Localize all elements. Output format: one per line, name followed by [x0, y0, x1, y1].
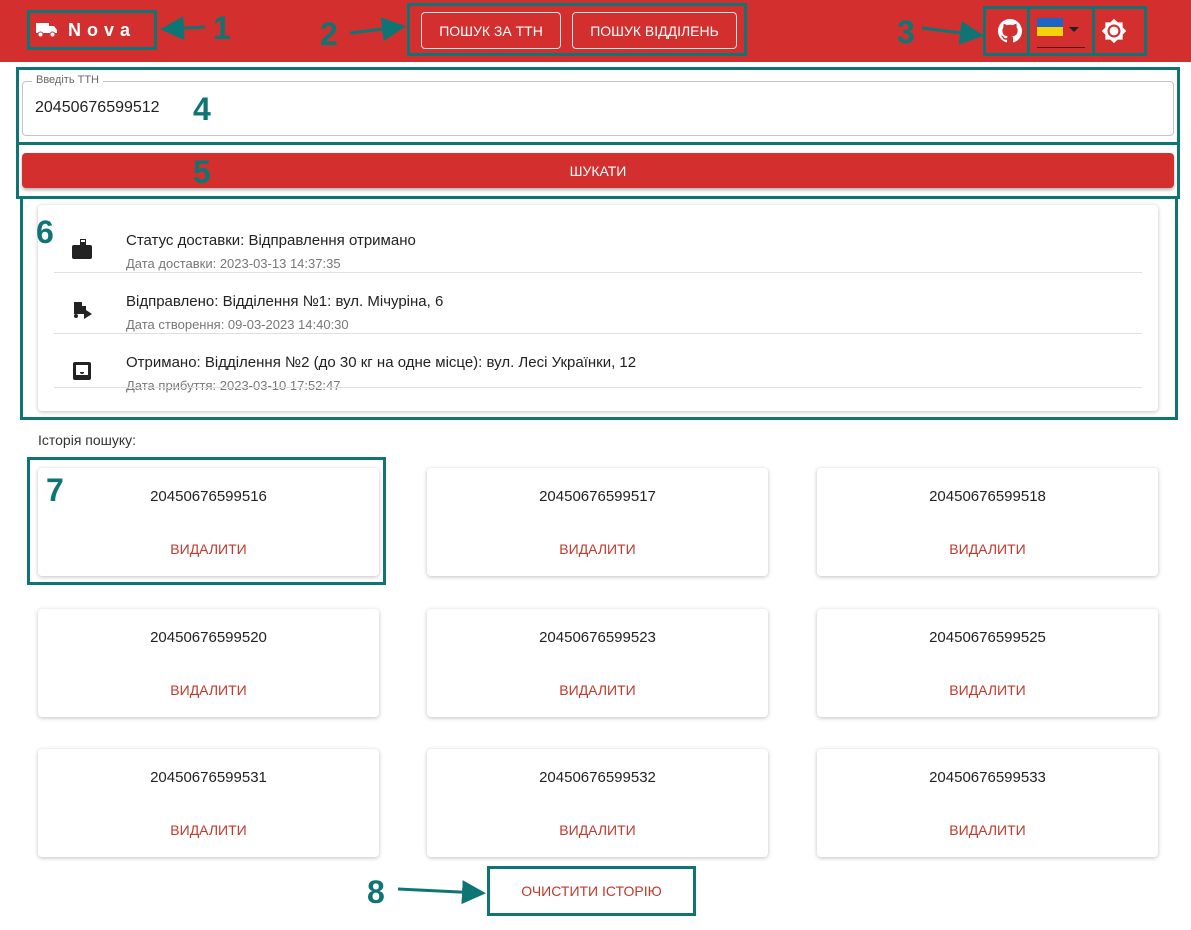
annotation-arrows — [160, 16, 984, 905]
